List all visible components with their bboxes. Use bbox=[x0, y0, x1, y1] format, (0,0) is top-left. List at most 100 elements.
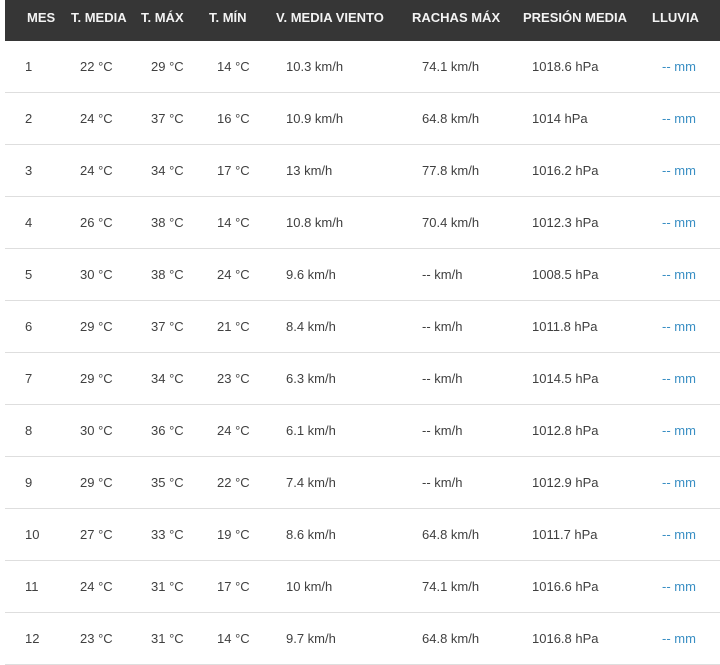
cell-t-media: 30 °C bbox=[80, 423, 113, 438]
cell-t-media: 30 °C bbox=[80, 267, 113, 282]
cell-t-min: 14 °C bbox=[217, 59, 250, 74]
cell-lluvia[interactable]: -- mm bbox=[662, 215, 696, 231]
cell-rachas-max: 64.8 km/h bbox=[422, 527, 480, 542]
cell-t-max: 36 °C bbox=[151, 423, 184, 438]
cell-mes: 1 bbox=[25, 59, 33, 74]
cell-t-max: 31 °C bbox=[151, 579, 184, 594]
cell-t-media: 27 °C bbox=[80, 527, 113, 542]
cell-presion-media: 1016.2 hPa bbox=[532, 163, 599, 178]
climate-table: MES T. MEDIA T. MÁX T. MÍN V. MEDIA VIEN… bbox=[0, 0, 720, 665]
header-v-media-viento: V. MEDIA VIENTO bbox=[276, 10, 384, 25]
cell-lluvia[interactable]: -- mm bbox=[662, 163, 696, 179]
cell-presion-media: 1014 hPa bbox=[532, 111, 588, 126]
cell-t-media: 29 °C bbox=[80, 475, 113, 490]
table-row: 8 30 °C 36 °C 24 °C 6.1 km/h -- km/h 1012.8 hP… bbox=[5, 405, 720, 457]
cell-t-max: 34 °C bbox=[151, 371, 184, 386]
cell-t-max: 38 °C bbox=[151, 215, 184, 230]
cell-lluvia[interactable]: -- mm bbox=[662, 111, 696, 127]
cell-t-min: 19 °C bbox=[217, 527, 250, 542]
cell-t-min: 24 °C bbox=[217, 267, 250, 282]
cell-mes: 7 bbox=[25, 371, 33, 386]
cell-t-media: 22 °C bbox=[80, 59, 113, 74]
cell-mes: 8 bbox=[25, 423, 33, 438]
cell-presion-media: 1018.6 hPa bbox=[532, 59, 599, 74]
cell-v-media-viento: 13 km/h bbox=[286, 163, 333, 178]
cell-v-media-viento: 8.6 km/h bbox=[286, 527, 336, 542]
cell-t-min: 23 °C bbox=[217, 371, 250, 386]
cell-lluvia[interactable]: -- mm bbox=[662, 579, 696, 595]
cell-mes: 9 bbox=[25, 475, 33, 490]
cell-rachas-max: -- km/h bbox=[422, 371, 463, 386]
header-rachas-max: RACHAS MÁX bbox=[412, 10, 501, 25]
cell-mes: 10 bbox=[25, 527, 40, 542]
cell-rachas-max: -- km/h bbox=[422, 319, 463, 334]
cell-mes: 4 bbox=[25, 215, 33, 230]
cell-rachas-max: 74.1 km/h bbox=[422, 59, 480, 74]
table-row: 12 23 °C 31 °C 14 °C 9.7 km/h 64.8 km/h 1016.8… bbox=[5, 613, 720, 665]
cell-t-media: 29 °C bbox=[80, 371, 113, 386]
cell-rachas-max: 77.8 km/h bbox=[422, 163, 480, 178]
table-row: 1 22 °C 29 °C 14 °C 10.3 km/h 74.1 km/h 1018.6… bbox=[5, 41, 720, 93]
cell-t-min: 22 °C bbox=[217, 475, 250, 490]
cell-rachas-max: 64.8 km/h bbox=[422, 111, 480, 126]
cell-lluvia[interactable]: -- mm bbox=[662, 319, 696, 335]
table-row: 9 29 °C 35 °C 22 °C 7.4 km/h -- km/h 1012.9 hP… bbox=[5, 457, 720, 509]
cell-presion-media: 1016.8 hPa bbox=[532, 631, 599, 646]
cell-mes: 3 bbox=[25, 163, 33, 178]
cell-v-media-viento: 8.4 km/h bbox=[286, 319, 336, 334]
cell-lluvia[interactable]: -- mm bbox=[662, 371, 696, 387]
table-header: MES T. MEDIA T. MÁX T. MÍN V. MEDIA VIEN… bbox=[5, 0, 720, 41]
table-row: 2 24 °C 37 °C 16 °C 10.9 km/h 64.8 km/h 1014 h… bbox=[5, 93, 720, 145]
cell-presion-media: 1014.5 hPa bbox=[532, 371, 599, 386]
cell-v-media-viento: 6.1 km/h bbox=[286, 423, 336, 438]
cell-rachas-max: -- km/h bbox=[422, 267, 463, 282]
cell-lluvia[interactable]: -- mm bbox=[662, 423, 696, 439]
cell-mes: 5 bbox=[25, 267, 33, 282]
cell-rachas-max: 74.1 km/h bbox=[422, 579, 480, 594]
cell-v-media-viento: 7.4 km/h bbox=[286, 475, 336, 490]
cell-v-media-viento: 9.7 km/h bbox=[286, 631, 336, 646]
header-t-media: T. MEDIA bbox=[71, 10, 127, 25]
cell-t-max: 35 °C bbox=[151, 475, 184, 490]
cell-t-media: 24 °C bbox=[80, 111, 113, 126]
table-row: 5 30 °C 38 °C 24 °C 9.6 km/h -- km/h 1008.5 hP… bbox=[5, 249, 720, 301]
cell-lluvia[interactable]: -- mm bbox=[662, 631, 696, 647]
header-presion-media: PRESIÓN MEDIA bbox=[523, 10, 628, 25]
cell-t-min: 24 °C bbox=[217, 423, 250, 438]
table-row: 6 29 °C 37 °C 21 °C 8.4 km/h -- km/h 1011.8 hP… bbox=[5, 301, 720, 353]
cell-rachas-max: 64.8 km/h bbox=[422, 631, 480, 646]
cell-t-max: 34 °C bbox=[151, 163, 184, 178]
cell-t-media: 26 °C bbox=[80, 215, 113, 230]
cell-lluvia[interactable]: -- mm bbox=[662, 59, 696, 75]
cell-rachas-max: -- km/h bbox=[422, 475, 463, 490]
table-row: 7 29 °C 34 °C 23 °C 6.3 km/h -- km/h 1014.5 hP… bbox=[5, 353, 720, 405]
header-mes: MES bbox=[27, 10, 56, 25]
cell-t-min: 17 °C bbox=[217, 163, 250, 178]
cell-rachas-max: 70.4 km/h bbox=[422, 215, 480, 230]
cell-v-media-viento: 10.3 km/h bbox=[286, 59, 344, 74]
cell-lluvia[interactable]: -- mm bbox=[662, 527, 696, 543]
cell-t-max: 29 °C bbox=[151, 59, 184, 74]
cell-t-max: 37 °C bbox=[151, 111, 184, 126]
cell-t-max: 37 °C bbox=[151, 319, 184, 334]
cell-t-media: 24 °C bbox=[80, 579, 113, 594]
cell-presion-media: 1008.5 hPa bbox=[532, 267, 599, 282]
cell-t-max: 38 °C bbox=[151, 267, 184, 282]
cell-t-media: 24 °C bbox=[80, 163, 113, 178]
header-t-min: T. MÍN bbox=[209, 10, 247, 25]
cell-v-media-viento: 10 km/h bbox=[286, 579, 333, 594]
cell-mes: 2 bbox=[25, 111, 33, 126]
cell-rachas-max: -- km/h bbox=[422, 423, 463, 438]
cell-lluvia[interactable]: -- mm bbox=[662, 475, 696, 491]
cell-presion-media: 1012.8 hPa bbox=[532, 423, 599, 438]
cell-mes: 12 bbox=[25, 631, 40, 646]
table-row: 3 24 °C 34 °C 17 °C 13 km/h 77.8 km/h 1016.2 h… bbox=[5, 145, 720, 197]
cell-presion-media: 1011.7 hPa bbox=[532, 527, 598, 542]
header-t-max: T. MÁX bbox=[141, 10, 184, 25]
cell-t-min: 14 °C bbox=[217, 215, 250, 230]
cell-lluvia[interactable]: -- mm bbox=[662, 267, 696, 283]
cell-t-min: 14 °C bbox=[217, 631, 250, 646]
header-lluvia: LLUVIA bbox=[652, 10, 699, 25]
cell-mes: 11 bbox=[25, 579, 39, 594]
cell-mes: 6 bbox=[25, 319, 33, 334]
